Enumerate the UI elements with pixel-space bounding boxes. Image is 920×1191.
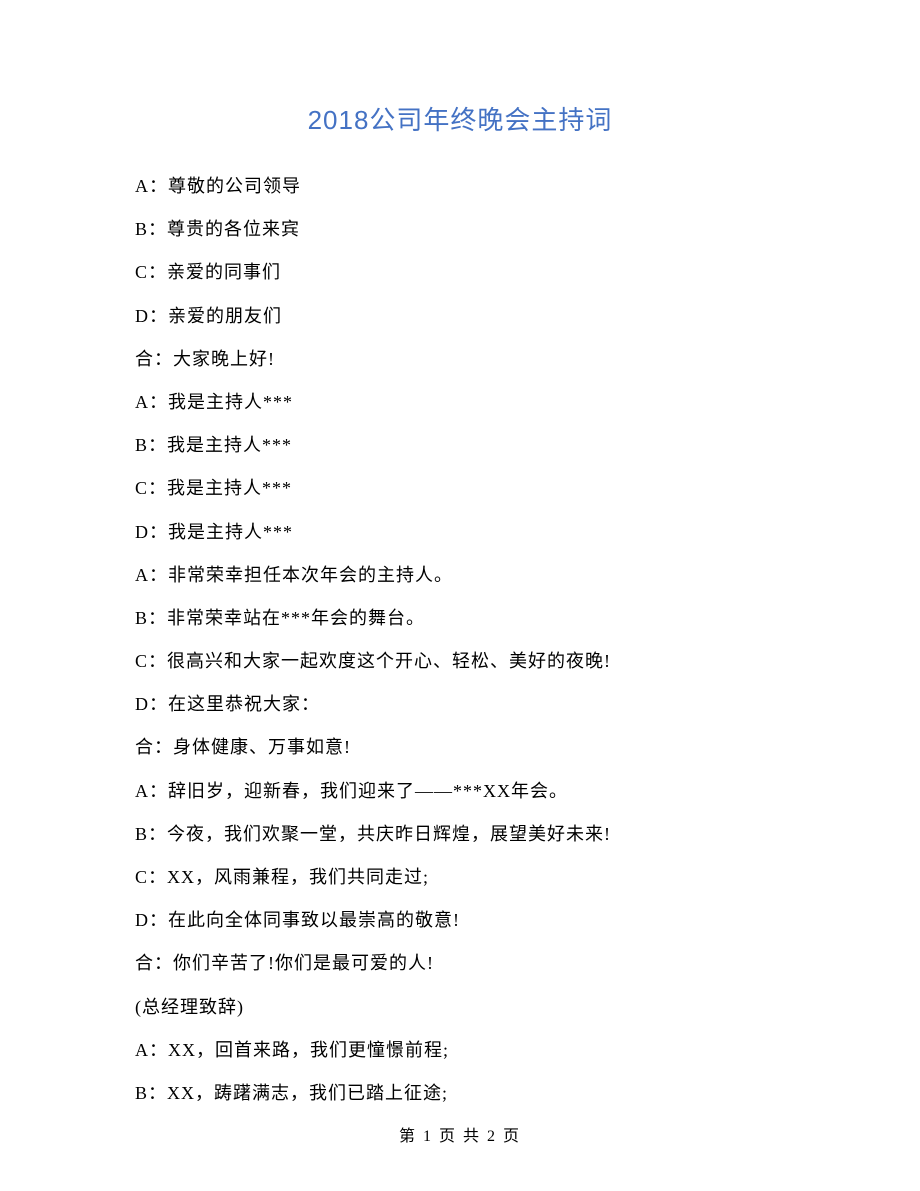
script-line: A：非常荣幸担任本次年会的主持人。	[135, 554, 785, 597]
document-body: A：尊敬的公司领导B：尊贵的各位来宾C：亲爱的同事们D：亲爱的朋友们合：大家晚上…	[135, 165, 785, 1115]
script-line: C：XX，风雨兼程，我们共同走过;	[135, 856, 785, 899]
script-line: B：XX，踌躇满志，我们已踏上征途;	[135, 1072, 785, 1115]
script-line: D：我是主持人***	[135, 511, 785, 554]
script-line: B：尊贵的各位来宾	[135, 208, 785, 251]
script-line: (总经理致辞)	[135, 986, 785, 1029]
script-line: A：XX，回首来路，我们更憧憬前程;	[135, 1029, 785, 1072]
script-line: B：非常荣幸站在***年会的舞台。	[135, 597, 785, 640]
script-line: D：在这里恭祝大家：	[135, 683, 785, 726]
script-line: C：很高兴和大家一起欢度这个开心、轻松、美好的夜晚!	[135, 640, 785, 683]
script-line: A：尊敬的公司领导	[135, 165, 785, 208]
script-line: 合：你们辛苦了!你们是最可爱的人!	[135, 942, 785, 985]
script-line: A：我是主持人***	[135, 381, 785, 424]
script-line: 合：大家晚上好!	[135, 338, 785, 381]
script-line: D：亲爱的朋友们	[135, 295, 785, 338]
script-line: A：辞旧岁，迎新春，我们迎来了——***XX年会。	[135, 770, 785, 813]
document-title: 2018公司年终晚会主持词	[135, 100, 785, 137]
script-line: C：我是主持人***	[135, 467, 785, 510]
script-line: B：我是主持人***	[135, 424, 785, 467]
script-line: B：今夜，我们欢聚一堂，共庆昨日辉煌，展望美好未来!	[135, 813, 785, 856]
script-line: D：在此向全体同事致以最崇高的敬意!	[135, 899, 785, 942]
page-footer: 第 1 页 共 2 页	[0, 1122, 920, 1146]
script-line: C：亲爱的同事们	[135, 251, 785, 294]
script-line: 合：身体健康、万事如意!	[135, 726, 785, 769]
